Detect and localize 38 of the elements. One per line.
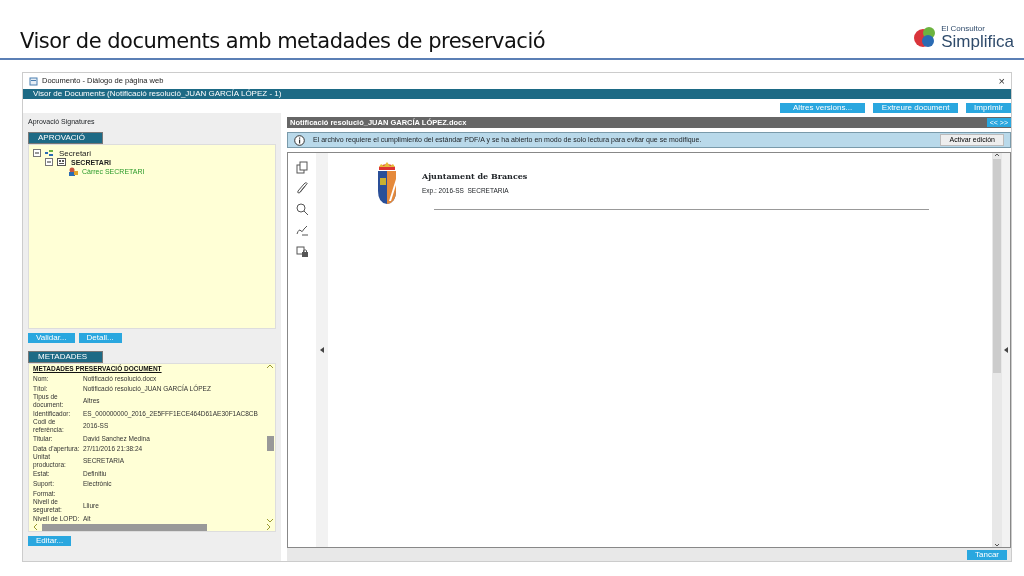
unit-icon xyxy=(57,157,67,167)
expander-icon[interactable] xyxy=(45,158,53,166)
dialog-header: Visor de Documents (Notificació resolució_JUAN GARCÍA LÓPEZ - 1) xyxy=(23,89,1011,99)
close-dialog-button[interactable]: Tancar xyxy=(967,549,1007,560)
tree-item[interactable]: Secretari xyxy=(59,148,91,158)
document-heading: Ajuntament de Brances xyxy=(422,170,528,183)
group-icon xyxy=(45,148,55,158)
edit-button[interactable]: Editar... xyxy=(28,536,72,547)
logo-text: El Consultor xyxy=(941,24,986,33)
close-button[interactable]: × xyxy=(998,75,1005,87)
signature-icon[interactable] xyxy=(295,224,309,237)
scroll-right-icon[interactable] xyxy=(266,523,271,532)
lock-icon[interactable] xyxy=(295,245,309,258)
logo-icon xyxy=(913,25,938,49)
expander-icon[interactable] xyxy=(33,149,41,157)
slide-title: Visor de documents amb metadades de preservació xyxy=(20,28,546,55)
crest-drawing xyxy=(376,161,398,205)
search-icon[interactable] xyxy=(295,203,309,216)
logo-text: Simplifica xyxy=(941,32,1014,50)
scrollbar-thumb[interactable] xyxy=(993,159,1001,373)
toolbar-button[interactable]: Altres versions... xyxy=(780,103,866,113)
info-icon xyxy=(294,134,305,146)
scroll-down-icon[interactable] xyxy=(994,543,1000,547)
toolbar-button[interactable]: Extreure document xyxy=(873,103,959,113)
action-button[interactable]: Validar... xyxy=(28,332,75,343)
scroll-up-icon[interactable] xyxy=(266,363,274,369)
scroll-up-icon[interactable] xyxy=(994,153,1000,157)
page-icon xyxy=(29,76,38,86)
scroll-left-icon[interactable] xyxy=(33,523,38,532)
scrollbar-thumb[interactable] xyxy=(42,523,207,531)
scrollbar-thumb[interactable] xyxy=(266,435,274,451)
action-button[interactable]: Detall... xyxy=(78,332,122,343)
toolbar-button[interactable]: Imprimir xyxy=(966,103,1011,113)
scroll-down-icon[interactable] xyxy=(266,518,274,524)
collapse-arrow-icon[interactable] xyxy=(1004,347,1008,353)
position-icon xyxy=(68,166,78,176)
copy-icon[interactable] xyxy=(295,161,309,174)
collapse-arrow-icon[interactable] xyxy=(320,347,324,353)
